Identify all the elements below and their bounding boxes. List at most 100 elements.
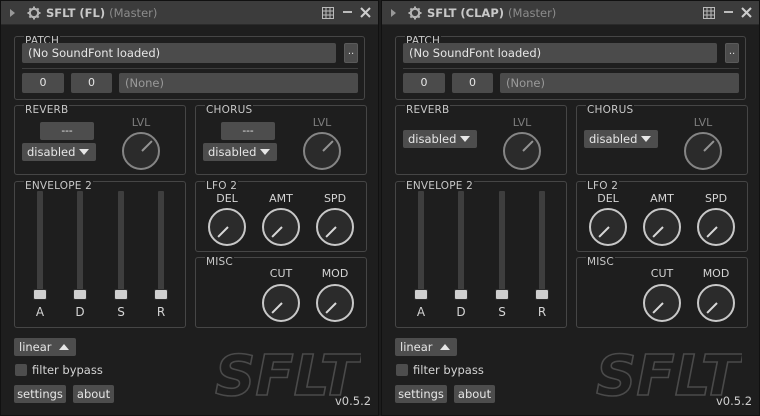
about-button[interactable]: about — [73, 385, 114, 403]
reverb-level-knob[interactable] — [122, 132, 160, 170]
release-slider-track — [539, 191, 545, 291]
chorus-level-label: LVL — [693, 116, 713, 129]
version-label: v0.5.2 — [335, 394, 372, 408]
chorus-label: CHORUS — [205, 104, 254, 116]
filter-bypass-checkbox[interactable] — [15, 364, 27, 376]
preset-field[interactable]: (None) — [119, 73, 358, 93]
chorus-level-knob[interactable] — [684, 132, 722, 170]
reverb-label: REVERB — [24, 104, 70, 116]
reverb-level-knob[interactable] — [503, 132, 541, 170]
bank-field[interactable]: 0 — [22, 73, 64, 93]
knob-pointer — [706, 226, 718, 238]
close-icon[interactable] — [740, 6, 753, 19]
attack-slider-handle[interactable] — [414, 289, 428, 300]
release-slider-label: R — [537, 305, 547, 319]
browse-soundfont-button[interactable]: .. — [344, 43, 358, 63]
chorus-level-knob[interactable] — [303, 132, 341, 170]
grid-icon[interactable] — [322, 7, 334, 19]
knob-pointer — [652, 226, 664, 238]
title-text: SFLT (CLAP) — [427, 6, 505, 20]
settings-button[interactable]: settings — [14, 385, 66, 403]
release-slider-handle[interactable] — [535, 289, 549, 300]
sflt-logo: SFLT — [215, 345, 361, 401]
grid-icon[interactable] — [703, 7, 715, 19]
lfo-speed-knob[interactable] — [697, 208, 735, 246]
decay-slider-track — [77, 191, 83, 291]
envelope-label: ENVELOPE 2 — [24, 180, 94, 192]
cutoff-knob[interactable] — [262, 284, 300, 322]
cutoff-label: CUT — [650, 267, 674, 280]
sustain-slider-handle[interactable] — [114, 289, 128, 300]
lfo-speed-label: SPD — [704, 192, 728, 205]
about-button[interactable]: about — [454, 385, 495, 403]
curve-select[interactable]: linear — [395, 338, 457, 356]
curve-value: linear — [19, 340, 52, 354]
reverb-level-label: LVL — [512, 116, 532, 129]
program-field[interactable]: 0 — [452, 73, 493, 93]
sustain-slider-track — [499, 191, 505, 291]
title-subtitle: (Master) — [109, 6, 158, 20]
lfo-amount-label: AMT — [269, 192, 293, 205]
decay-slider-label: D — [75, 305, 85, 319]
lfo-delay-knob[interactable] — [208, 208, 246, 246]
decay-slider-handle[interactable] — [454, 289, 468, 300]
knob-pointer — [652, 302, 664, 314]
minimize-icon[interactable] — [724, 11, 733, 13]
modulation-label: MOD — [321, 267, 349, 280]
minimize-icon[interactable] — [343, 11, 352, 13]
soundfont-field[interactable]: (No SoundFont loaded) — [403, 43, 717, 63]
curve-select[interactable]: linear — [14, 338, 76, 356]
close-icon[interactable] — [359, 6, 372, 19]
lfo-delay-knob[interactable] — [589, 208, 627, 246]
knob-pointer — [325, 226, 337, 238]
chorus-mode-select[interactable]: disabled — [203, 143, 277, 161]
modulation-knob[interactable] — [316, 284, 354, 322]
lfo-amount-knob[interactable] — [643, 208, 681, 246]
patch-divider — [403, 68, 739, 69]
lfo-speed-knob[interactable] — [316, 208, 354, 246]
modulation-knob[interactable] — [697, 284, 735, 322]
reverb-preset-button[interactable]: --- — [40, 122, 94, 140]
filter-bypass-checkbox[interactable] — [396, 364, 408, 376]
title-subtitle: (Master) — [508, 6, 557, 20]
lfo-delay-label: DEL — [216, 192, 238, 205]
browse-soundfont-button[interactable]: .. — [725, 43, 739, 63]
lfo-speed-label: SPD — [323, 192, 347, 205]
expand-arrow-icon[interactable] — [391, 9, 396, 17]
decay-slider-handle[interactable] — [73, 289, 87, 300]
title-text: SFLT (FL) — [46, 6, 106, 20]
decay-slider-track — [458, 191, 464, 291]
chorus-mode-select[interactable]: disabled — [584, 130, 658, 148]
attack-slider-label: A — [416, 305, 426, 319]
titlebar[interactable]: SFLT (CLAP) (Master) — [382, 1, 759, 25]
filter-bypass-label[interactable]: filter bypass — [32, 363, 103, 377]
knob-pointer — [322, 140, 334, 152]
knob-pointer — [271, 226, 283, 238]
attack-slider-handle[interactable] — [33, 289, 47, 300]
reverb-label: REVERB — [405, 104, 451, 116]
cutoff-knob[interactable] — [643, 284, 681, 322]
soundfont-field[interactable]: (No SoundFont loaded) — [22, 43, 336, 63]
bank-field[interactable]: 0 — [403, 73, 445, 93]
preset-field[interactable]: (None) — [500, 73, 739, 93]
misc-label: MISC — [205, 256, 234, 268]
titlebar[interactable]: SFLT (FL) (Master) — [1, 1, 378, 25]
gear-icon[interactable] — [27, 6, 41, 20]
release-slider-handle[interactable] — [154, 289, 168, 300]
cutoff-label: CUT — [269, 267, 293, 280]
settings-button[interactable]: settings — [395, 385, 447, 403]
chorus-preset-button[interactable]: --- — [221, 122, 275, 140]
window-title: SFLT (FL) (Master) — [46, 6, 157, 20]
lfo-amount-knob[interactable] — [262, 208, 300, 246]
sustain-slider-label: S — [498, 305, 506, 319]
reverb-mode-select[interactable]: disabled — [403, 130, 477, 148]
filter-bypass-label[interactable]: filter bypass — [413, 363, 484, 377]
reverb-mode-select[interactable]: disabled — [22, 143, 96, 161]
sustain-slider-handle[interactable] — [495, 289, 509, 300]
chorus-level-label: LVL — [312, 116, 332, 129]
expand-arrow-icon[interactable] — [10, 9, 15, 17]
gear-icon[interactable] — [408, 6, 422, 20]
knob-pointer — [522, 140, 534, 152]
program-field[interactable]: 0 — [71, 73, 112, 93]
modulation-label: MOD — [702, 267, 730, 280]
